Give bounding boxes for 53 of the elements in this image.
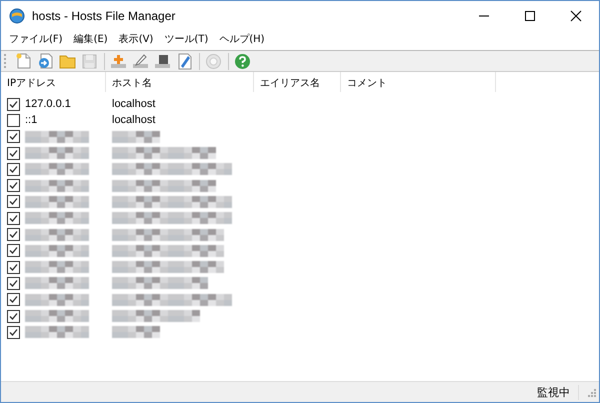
ip-address-cell: 127.0.0.1 <box>25 98 71 110</box>
pixelated-text <box>25 130 89 143</box>
pixelated-text <box>25 163 89 176</box>
checkbox[interactable] <box>7 195 20 208</box>
checkbox[interactable] <box>7 212 20 225</box>
help-icon[interactable] <box>234 52 251 70</box>
hostname-cell: localhost <box>112 114 156 126</box>
checkbox[interactable] <box>7 179 20 192</box>
checkbox[interactable] <box>7 310 20 322</box>
checkbox[interactable] <box>7 326 20 339</box>
column-header[interactable]: エイリアス名 <box>254 72 341 92</box>
menu-item[interactable]: ファイル(F) <box>9 32 63 46</box>
hostname-cell: localhost <box>112 98 156 110</box>
pen-document-icon[interactable] <box>176 52 193 70</box>
pixelated-text <box>25 261 89 274</box>
pixelated-text <box>25 180 89 192</box>
ip-address-cell: ::1 <box>25 114 38 126</box>
pixelated-text <box>112 326 160 338</box>
checkbox[interactable] <box>7 146 20 160</box>
checkbox[interactable] <box>7 260 20 274</box>
pixelated-text <box>25 147 89 160</box>
checkbox[interactable] <box>7 98 20 111</box>
import-file-icon[interactable] <box>37 52 54 70</box>
menu-item[interactable]: 表示(V) <box>118 32 154 46</box>
status-text: 監視中 <box>537 384 579 400</box>
checkbox[interactable] <box>7 276 20 290</box>
checkbox[interactable] <box>7 162 20 176</box>
app-globe-icon <box>9 8 25 24</box>
column-header[interactable]: ホスト名 <box>106 72 254 92</box>
pixelated-text <box>25 294 89 306</box>
new-file-icon[interactable] <box>15 52 32 70</box>
checkbox[interactable] <box>7 114 20 127</box>
pixelated-text <box>25 244 89 257</box>
checkbox[interactable] <box>7 228 20 242</box>
checkbox[interactable] <box>7 244 20 258</box>
pencil-icon[interactable] <box>132 52 149 70</box>
pixelated-text <box>25 196 89 208</box>
window-title: hosts - Hosts File Manager <box>32 9 176 23</box>
pixelated-text <box>112 130 160 143</box>
pixelated-text <box>25 228 89 241</box>
checkbox[interactable] <box>7 130 20 144</box>
resize-grip-icon[interactable] <box>585 386 597 398</box>
pixelated-text <box>25 212 89 224</box>
pixelated-text <box>25 277 89 290</box>
column-header[interactable]: IPアドレス <box>1 72 106 92</box>
menu-item[interactable]: ヘルプ(H) <box>219 32 265 46</box>
pixelated-text <box>25 326 89 338</box>
checkbox[interactable] <box>7 293 20 306</box>
menu-item[interactable]: 編集(E) <box>74 32 108 46</box>
menu-item[interactable]: ツール(T) <box>164 32 208 46</box>
delete-row-icon[interactable] <box>154 52 171 70</box>
pixelated-text <box>25 310 89 322</box>
column-header[interactable]: コメント <box>341 72 496 92</box>
